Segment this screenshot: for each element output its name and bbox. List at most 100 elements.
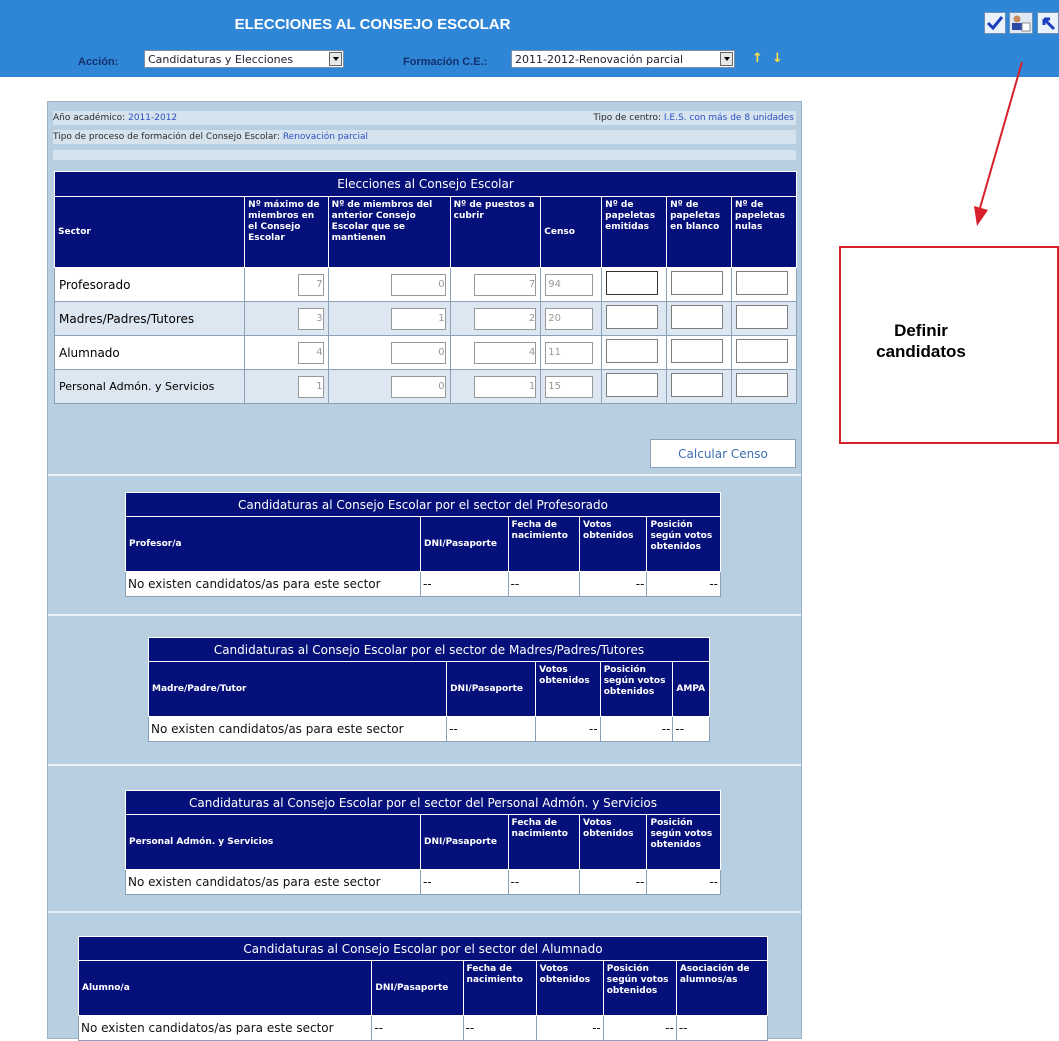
dash-cell: -- [446, 716, 537, 742]
dash-cell: -- [371, 1015, 464, 1041]
profesorado-table: Candidaturas al Consejo Escolar por el s… [125, 492, 721, 597]
puestos-field: 2 [474, 307, 537, 330]
blanco-input[interactable] [671, 339, 724, 363]
profesorado-caption: Candidaturas al Consejo Escolar por el s… [125, 492, 721, 517]
nulas-input[interactable] [736, 305, 789, 329]
mantienen-field[interactable]: 0 [390, 273, 446, 296]
callout-box: Definir candidatos [839, 246, 1059, 444]
censo-field: 11 [545, 341, 594, 364]
blanco-input[interactable] [671, 373, 724, 397]
arrow-down-icon[interactable]: ↓ [772, 51, 783, 66]
col-header-blanco: Nº de papeletas en blanco [666, 196, 733, 268]
col-header-mantienen: Nº de miembros del anterior Consejo Esco… [327, 196, 451, 268]
table-row: Personal Admón. y Servicios 1 0 1 15 [53, 369, 797, 404]
col-header-censo: Censo [540, 196, 603, 268]
dash-cell: -- [599, 716, 674, 742]
empty-message: No existen candidatos/as para este secto… [147, 716, 448, 742]
max-field: 3 [297, 307, 324, 330]
centro-value: I.E.S. con más de 8 unidades [663, 113, 794, 123]
col-header-fecha: Fecha de nacimiento [507, 516, 581, 572]
col-header-alumno: Alumno/a [77, 960, 373, 1016]
madres-table: Candidaturas al Consejo Escolar por el s… [147, 637, 710, 742]
col-header-fecha: Fecha de nacimiento [462, 960, 537, 1016]
emitidas-input[interactable] [606, 271, 659, 295]
col-header-fecha: Fecha de nacimiento [507, 814, 581, 870]
dash-cell: -- [419, 571, 509, 597]
dash-cell: -- [462, 1015, 537, 1041]
table-row: No existen candidatos/as para este secto… [77, 1015, 769, 1041]
col-header-asociacion: Asociación de alumnos/as [675, 960, 769, 1016]
mantienen-field[interactable]: 0 [390, 341, 446, 364]
dash-cell: -- [419, 869, 509, 895]
elecciones-caption: Elecciones al Consejo Escolar [54, 171, 797, 197]
nulas-input[interactable] [736, 339, 789, 363]
col-header-dni: DNI/Pasaporte [419, 814, 509, 870]
col-header-ampa: AMPA [672, 661, 710, 717]
col-header-votos: Votos obtenidos [535, 661, 601, 717]
accion-select[interactable]: Candidaturas y Elecciones [144, 50, 344, 68]
col-header-posicion: Posición según votos obtenidos [602, 960, 677, 1016]
divider [48, 764, 801, 766]
chevron-down-icon[interactable] [329, 52, 342, 66]
check-icon[interactable] [984, 12, 1006, 34]
puestos-field: 4 [474, 341, 537, 364]
alumnado-table: Candidaturas al Consejo Escolar por el s… [77, 936, 769, 1041]
formacion-select-value: 2011-2012-Renovación parcial [515, 53, 684, 66]
madres-caption: Candidaturas al Consejo Escolar por el s… [148, 637, 710, 662]
table-row: Madres/Padres/Tutores 3 1 2 20 [53, 301, 797, 336]
col-header-dni: DNI/Pasaporte [446, 661, 537, 717]
col-header-posicion: Posición según votos obtenidos [646, 814, 721, 870]
emitidas-input[interactable] [606, 339, 659, 363]
table-row: No existen candidatos/as para este secto… [125, 869, 721, 895]
col-header-votos: Votos obtenidos [579, 814, 648, 870]
mantienen-field[interactable]: 0 [390, 375, 446, 398]
sector-name: Alumnado [53, 335, 246, 370]
page-title: ELECCIONES AL CONSEJO ESCOLAR [234, 16, 511, 33]
info-spacer [53, 150, 796, 160]
max-field: 4 [297, 341, 324, 364]
dash-cell: -- [579, 869, 648, 895]
calcular-censo-button[interactable]: Calcular Censo [650, 439, 796, 468]
dash-cell: -- [602, 1015, 677, 1041]
mantienen-field[interactable]: 1 [390, 307, 446, 330]
chevron-down-icon[interactable] [720, 52, 733, 66]
col-header-madre: Madre/Padre/Tutor [147, 661, 448, 717]
elecciones-table: Elecciones al Consejo Escolar Sector Nº … [53, 171, 797, 404]
col-header-votos: Votos obtenidos [535, 960, 604, 1016]
blanco-input[interactable] [671, 305, 724, 329]
col-header-sector: Sector [53, 196, 246, 268]
nulas-input[interactable] [736, 271, 789, 295]
divider [48, 614, 801, 616]
blanco-input[interactable] [671, 271, 724, 295]
puestos-field: 7 [474, 273, 537, 296]
arrow-up-icon[interactable]: ↑ [752, 51, 763, 66]
dash-cell: -- [646, 869, 721, 895]
col-header-emitidas: Nº de papeletas emitidas [601, 196, 668, 268]
anio-label: Año académico: [53, 113, 126, 123]
col-header-puestos: Nº de puestos a cubrir [449, 196, 542, 268]
action-bar: Acción: Candidaturas y Elecciones Formac… [0, 43, 1059, 77]
col-header-personal: Personal Admón. y Servicios [125, 814, 421, 870]
censo-field: 15 [545, 375, 594, 398]
back-icon[interactable] [1037, 12, 1059, 34]
puestos-field: 1 [474, 375, 537, 398]
dash-cell: -- [672, 716, 710, 742]
nulas-input[interactable] [736, 373, 789, 397]
col-header-nulas: Nº de papeletas nulas [731, 196, 797, 268]
title-bar: ELECCIONES AL CONSEJO ESCOLAR [0, 0, 1059, 43]
max-field: 1 [297, 375, 324, 398]
personal-table: Candidaturas al Consejo Escolar por el s… [125, 790, 721, 895]
empty-message: No existen candidatos/as para este secto… [125, 571, 421, 597]
formacion-select[interactable]: 2011-2012-Renovación parcial [511, 50, 735, 68]
alumnado-caption: Candidaturas al Consejo Escolar por el s… [78, 936, 768, 961]
proceso-label: Tipo de proceso de formación del Consejo… [53, 132, 280, 142]
user-card-icon[interactable] [1009, 12, 1033, 34]
proceso-value: Renovación parcial [282, 132, 368, 142]
table-row: No existen candidatos/as para este secto… [147, 716, 710, 742]
col-header-dni: DNI/Pasaporte [371, 960, 464, 1016]
table-row: Alumnado 4 0 4 11 [53, 335, 797, 370]
table-row: Profesorado 7 0 7 94 [53, 267, 797, 302]
main-panel: Año académico: 2011-2012 Tipo de centro:… [47, 101, 802, 1041]
emitidas-input[interactable] [606, 305, 659, 329]
emitidas-input[interactable] [606, 373, 659, 397]
